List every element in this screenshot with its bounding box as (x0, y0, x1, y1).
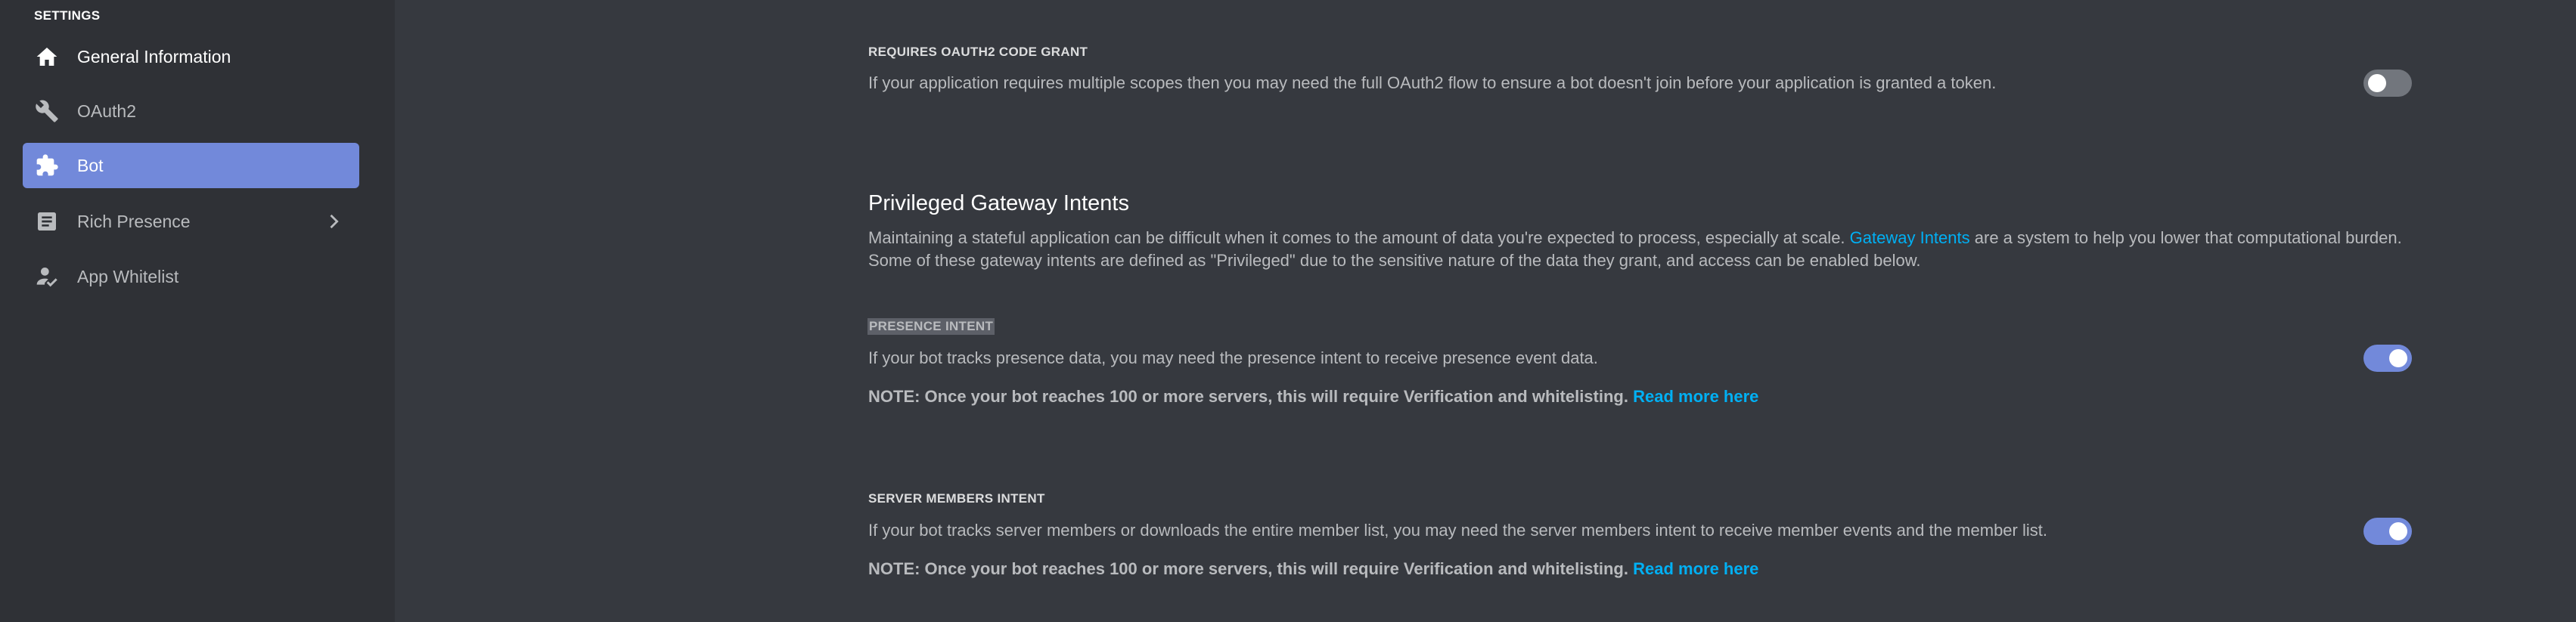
document-icon (33, 208, 61, 235)
server-members-intent-toggle[interactable] (2363, 518, 2412, 545)
presence-read-more-link[interactable]: Read more here (1633, 387, 1758, 406)
chevron-right-icon (330, 214, 339, 229)
code-grant-toggle[interactable] (2363, 70, 2412, 97)
intents-heading: Privileged Gateway Intents (868, 191, 1129, 215)
server-members-read-more-link[interactable]: Read more here (1633, 559, 1758, 578)
toggle-knob (2389, 522, 2407, 540)
settings-sidebar: SETTINGS General Information OAuth2 Bot … (0, 0, 395, 622)
toggle-knob (2368, 74, 2386, 92)
toggle-knob (2389, 349, 2407, 367)
sidebar-item-general-information[interactable]: General Information (23, 34, 359, 79)
server-members-intent-note-text: NOTE: Once your bot reaches 100 or more … (868, 559, 1628, 578)
presence-intent-label: PRESENCE INTENT (867, 318, 995, 335)
code-grant-label: REQUIRES OAUTH2 CODE GRANT (868, 45, 1088, 59)
sidebar-item-rich-presence[interactable]: Rich Presence (23, 199, 359, 244)
presence-intent-note: NOTE: Once your bot reaches 100 or more … (868, 385, 1758, 408)
sidebar-item-label: Bot (77, 156, 104, 175)
presence-intent-note-text: NOTE: Once your bot reaches 100 or more … (868, 387, 1628, 406)
sidebar-item-app-whitelist[interactable]: App Whitelist (23, 254, 359, 299)
sidebar-header: SETTINGS (34, 8, 101, 23)
intents-paragraph: Maintaining a stateful application can b… (868, 227, 2411, 272)
app-window: SETTINGS General Information OAuth2 Bot … (0, 0, 2576, 622)
sidebar-item-label: Rich Presence (77, 212, 191, 231)
sidebar-item-oauth2[interactable]: OAuth2 (23, 88, 359, 134)
presence-intent-description: If your bot tracks presence data, you ma… (868, 348, 1598, 367)
wrench-icon (33, 97, 61, 125)
sidebar-item-bot[interactable]: Bot (23, 143, 359, 188)
sidebar-item-label: App Whitelist (77, 267, 179, 286)
server-members-intent-description: If your bot tracks server members or dow… (868, 521, 2047, 540)
puzzle-icon (33, 152, 61, 179)
home-icon (33, 43, 61, 70)
server-members-intent-label: SERVER MEMBERS INTENT (868, 491, 1045, 506)
server-members-intent-note: NOTE: Once your bot reaches 100 or more … (868, 558, 1758, 580)
user-check-icon (33, 263, 61, 290)
presence-intent-toggle[interactable] (2363, 345, 2412, 372)
gateway-intents-link[interactable]: Gateway Intents (1850, 228, 1970, 247)
intents-paragraph-text: Maintaining a stateful application can b… (868, 228, 1850, 247)
sidebar-item-label: OAuth2 (77, 101, 136, 121)
bot-settings-content: REQUIRES OAUTH2 CODE GRANT If your appli… (395, 0, 2576, 622)
code-grant-description: If your application requires multiple sc… (868, 73, 1997, 92)
sidebar-item-label: General Information (77, 47, 231, 67)
